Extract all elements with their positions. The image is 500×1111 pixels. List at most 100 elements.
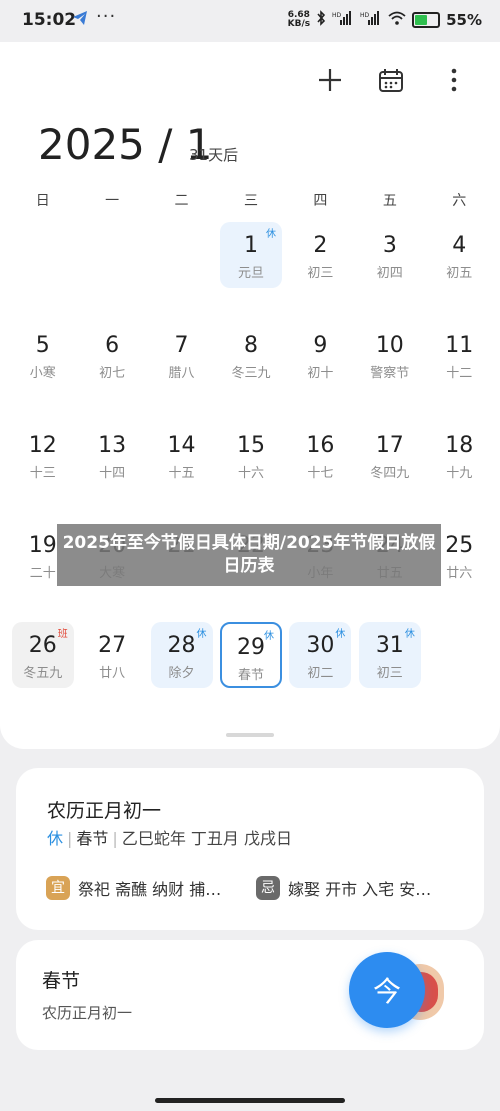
calendar-day-slot: 9 初十 xyxy=(286,322,355,422)
calendar-day-cell[interactable]: 9 初十 xyxy=(289,322,351,388)
status-bar: 15:02 ··· 6.68 KB/s HD HD 55% xyxy=(0,0,500,42)
bluetooth-icon xyxy=(316,10,326,30)
month-title[interactable]: 2025 / 1 xyxy=(38,120,212,169)
status-time: 15:02 xyxy=(22,10,77,30)
calendar-week-row: 1 元旦休 2 初三 3 初四 4 初五 xyxy=(8,222,494,322)
svg-text:HD: HD xyxy=(360,12,370,19)
day-lunar-label: 初十 xyxy=(307,366,334,381)
day-lunar-label: 十七 xyxy=(307,466,334,481)
calendar-day-cell[interactable]: 16 十七 xyxy=(289,422,351,488)
calendar-day-cell[interactable]: 7 腊八 xyxy=(151,322,213,388)
calendar-panel: 2025 / 1 31天后 日 一 二 三 四 五 六 1 元旦休 2 初三 3 初四 4 初… xyxy=(0,42,500,749)
calendar-day-cell[interactable]: 2 初三 xyxy=(289,222,351,288)
day-lunar-label: 除夕 xyxy=(168,666,195,681)
day-status-badge: 休 xyxy=(196,629,207,640)
days-after-label: 31天后 xyxy=(189,146,239,164)
day-number: 10 xyxy=(375,333,404,358)
calendar-day-cell[interactable]: 13 十四 xyxy=(81,422,143,488)
day-number: 2 xyxy=(313,233,328,258)
calendar-day-slot: 27 廿八 xyxy=(77,622,146,722)
day-lunar-label: 十四 xyxy=(99,466,126,481)
calendar-day-cell[interactable]: 3 初四 xyxy=(359,222,421,288)
calendar-day-slot: 12 十三 xyxy=(8,422,77,522)
festival-subtitle: 农历正月初一 xyxy=(42,1004,133,1022)
day-status-badge: 休 xyxy=(265,229,276,240)
calendar-day-cell[interactable]: 26 冬五九班 xyxy=(11,622,74,688)
calendar-day-cell[interactable]: 4 初五 xyxy=(428,222,490,288)
calendar-day-slot: 31 初三休 xyxy=(355,622,424,722)
calendar-day-cell[interactable]: 5 小寒 xyxy=(12,322,74,388)
calendar-day-slot xyxy=(77,222,146,322)
day-info-line: 休 | 春节 | 乙巳蛇年 丁丑月 戊戌日 xyxy=(47,829,292,848)
day-number: 11 xyxy=(445,333,474,358)
day-status-badge: 班 xyxy=(57,629,68,640)
calendar-day-slot xyxy=(8,222,77,322)
battery-icon xyxy=(412,12,441,28)
overlay-caption: 2025年至今节假日具体日期/2025年节假日放假日历表 xyxy=(57,524,441,586)
plus-icon[interactable] xyxy=(312,62,348,98)
day-number: 4 xyxy=(452,233,467,258)
calendar-day-cell[interactable]: 18 十九 xyxy=(428,422,490,488)
day-lunar-label: 初四 xyxy=(376,266,403,281)
calendar-day-cell[interactable]: 14 十五 xyxy=(151,422,213,488)
calendar-day-slot: 28 除夕休 xyxy=(147,622,216,722)
day-lunar-label: 十三 xyxy=(29,466,56,481)
weekday-label: 四 xyxy=(313,193,328,209)
battery-fill xyxy=(415,15,428,25)
calendar-day-slot: 5 小寒 xyxy=(8,322,77,422)
calendar-day-slot: 29 春节休 xyxy=(216,622,285,722)
calendar-day-slot: 4 初五 xyxy=(425,222,494,322)
today-button[interactable]: 今 xyxy=(349,952,425,1028)
weekday-label: 五 xyxy=(382,193,397,209)
day-number: 12 xyxy=(28,433,57,458)
calendar-day-cell[interactable]: 30 初二休 xyxy=(289,622,352,688)
ganzhi-text: 乙巳蛇年 丁丑月 戊戌日 xyxy=(121,829,292,848)
day-status-badge: 休 xyxy=(404,629,415,640)
wifi-icon xyxy=(388,11,406,29)
calendar-day-slot: 14 十五 xyxy=(147,422,216,522)
ji-badge: 忌 xyxy=(256,876,280,900)
calendar-day-cell[interactable]: 31 初三休 xyxy=(358,622,421,688)
day-lunar-label: 初五 xyxy=(446,266,473,281)
drag-handle[interactable] xyxy=(226,733,274,737)
calendar-grid: 1 元旦休 2 初三 3 初四 4 初五 5 小寒 6 初七 7 腊八 8 冬三九 9 初十 10 警察节 11 十二 12… xyxy=(8,222,494,722)
more-notifications-icon: ··· xyxy=(96,6,117,27)
festival-name: 春节 xyxy=(76,829,109,848)
calendar-day-slot xyxy=(147,222,216,322)
day-lunar-label: 初三 xyxy=(376,666,403,681)
calendar-day-cell[interactable]: 6 初七 xyxy=(81,322,143,388)
calendar-day-slot: 15 十六 xyxy=(216,422,285,522)
weekday-header: 日 一 二 三 四 五 六 xyxy=(8,190,494,210)
day-lunar-label: 廿八 xyxy=(99,666,126,681)
day-lunar-label: 十二 xyxy=(446,366,473,381)
signal-hd-2-icon: HD xyxy=(360,11,382,29)
calendar-day-cell[interactable]: 12 十三 xyxy=(12,422,74,488)
calendar-day-cell[interactable]: 27 廿八 xyxy=(81,622,143,688)
more-vertical-icon[interactable] xyxy=(436,62,472,98)
calendar-day-cell[interactable]: 29 春节休 xyxy=(219,622,282,688)
day-lunar-label: 冬四九 xyxy=(370,466,410,481)
gesture-nav-bar[interactable] xyxy=(155,1098,345,1103)
calendar-week-row: 26 冬五九班 27 廿八 28 除夕休 29 春节休 30 初二休 31 初三休 xyxy=(8,622,494,722)
calendar-day-cell[interactable]: 11 十二 xyxy=(428,322,490,388)
calendar-day-slot: 11 十二 xyxy=(425,322,494,422)
ji-row: 忌 嫁娶 开市 入宅 安… xyxy=(256,876,431,900)
calendar-day-cell[interactable]: 10 警察节 xyxy=(359,322,421,388)
day-lunar-label: 初二 xyxy=(307,666,334,681)
battery-percent: 55% xyxy=(446,11,482,29)
calendar-day-slot: 13 十四 xyxy=(77,422,146,522)
day-lunar-label: 腊八 xyxy=(168,366,195,381)
calendar-day-slot: 2 初三 xyxy=(286,222,355,322)
calendar-day-cell[interactable]: 15 十六 xyxy=(220,422,282,488)
svg-text:HD: HD xyxy=(332,12,342,19)
calendar-icon[interactable] xyxy=(373,62,409,98)
calendar-day-slot: 10 警察节 xyxy=(355,322,424,422)
day-detail-card[interactable]: 农历正月初一 休 | 春节 | 乙巳蛇年 丁丑月 戊戌日 宜 祭祀 斋醮 纳财 捕… 忌… xyxy=(16,768,484,930)
day-number: 13 xyxy=(98,433,127,458)
calendar-day-cell[interactable]: 1 元旦休 xyxy=(219,222,282,288)
calendar-day-cell[interactable]: 17 冬四九 xyxy=(359,422,421,488)
calendar-day-cell[interactable]: 8 冬三九 xyxy=(220,322,282,388)
day-lunar-label: 十九 xyxy=(446,466,473,481)
day-number: 7 xyxy=(174,333,189,358)
calendar-day-cell[interactable]: 28 除夕休 xyxy=(150,622,213,688)
